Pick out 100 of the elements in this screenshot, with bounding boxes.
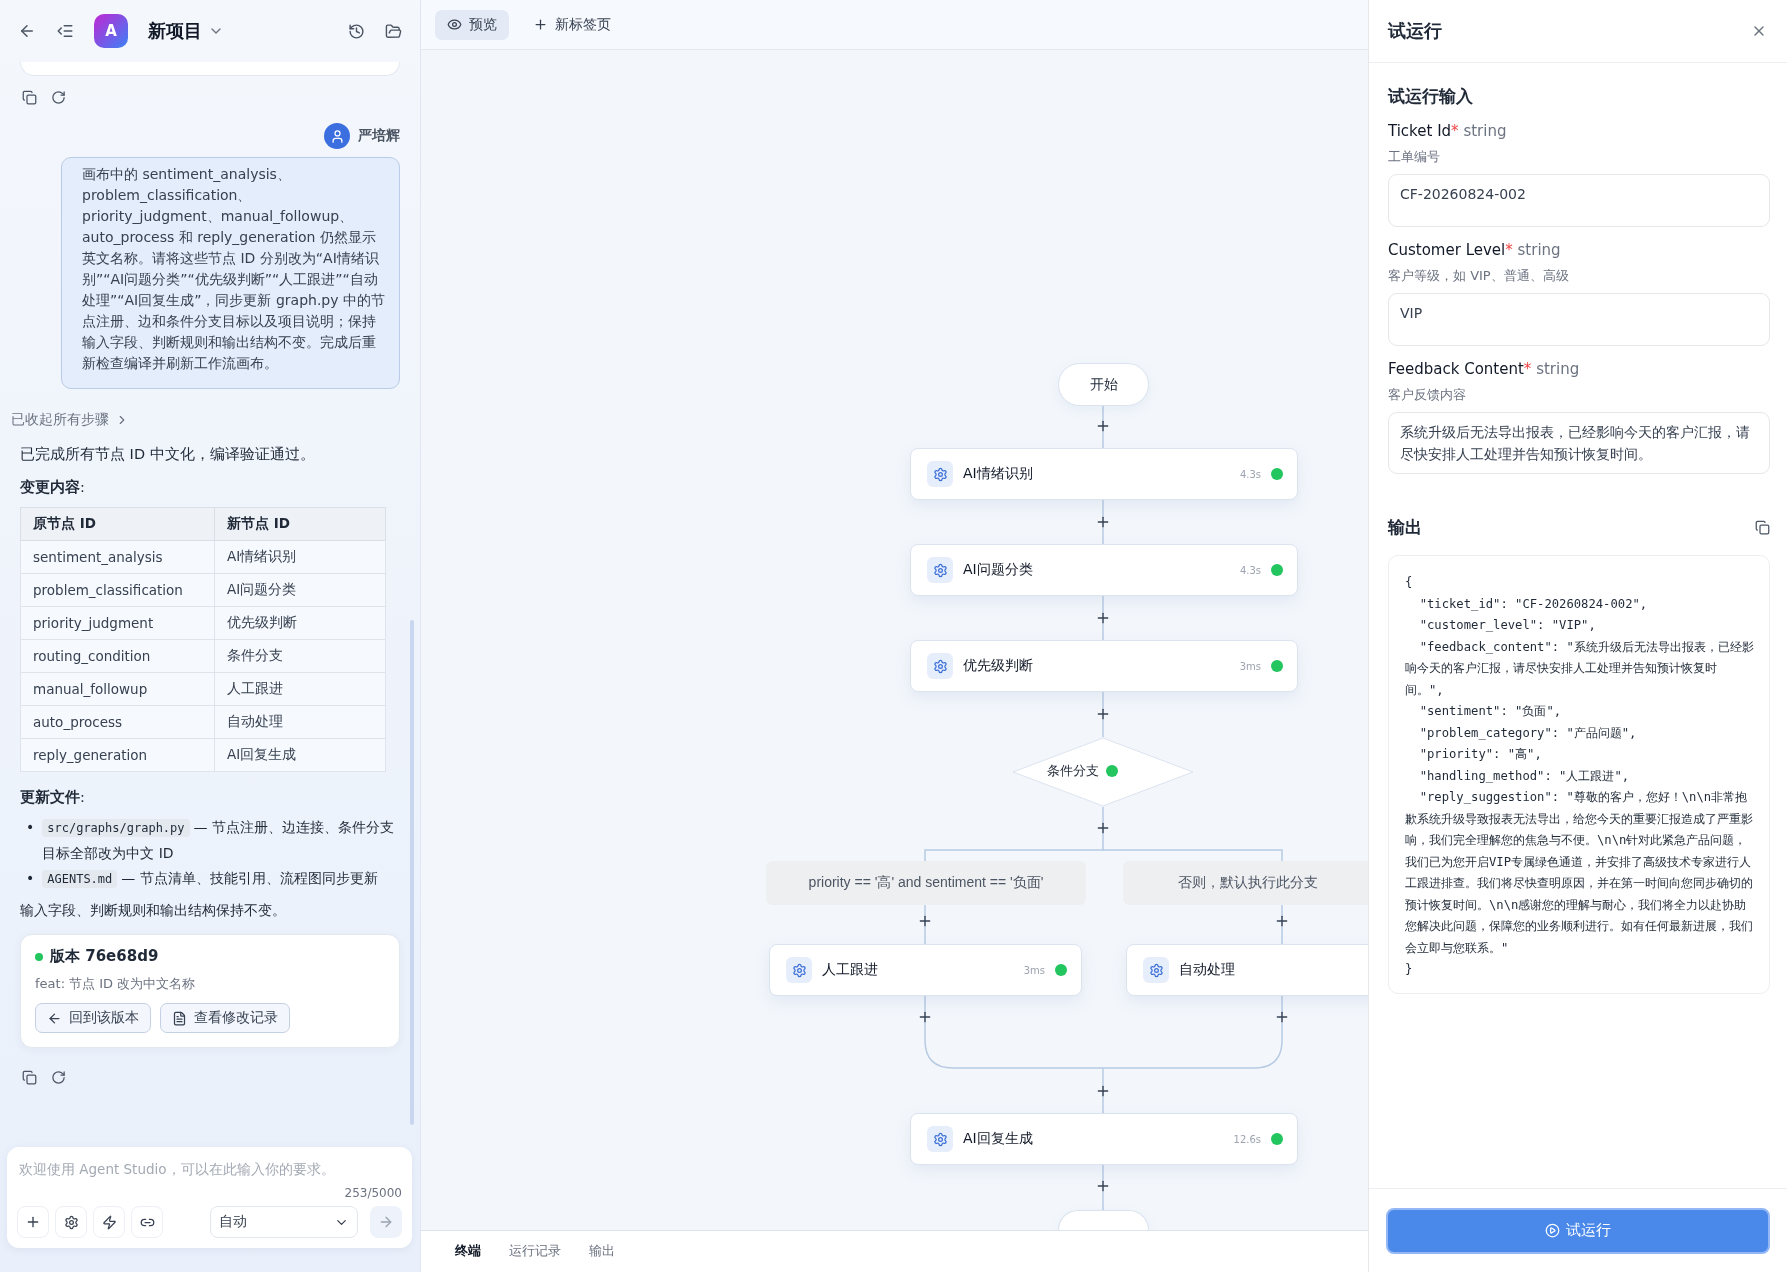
scrollbar[interactable] [410,620,414,1125]
commit-message: feat: 节点 ID 改为中文名称 [35,975,197,993]
table-cell: routing_condition [20,639,215,673]
bottom-tab[interactable]: 运行记录 [495,1243,575,1260]
reply-note: 输入字段、判断规则和输出结构保持不变。 [20,902,287,920]
refresh-icon[interactable] [51,90,66,105]
reply-summary: 已完成所有节点 ID 中文化，编译验证通过。 [20,445,316,464]
gear-icon [927,557,953,583]
node-duration: 3ms [1023,964,1045,976]
condition-label: 条件分支 [1047,762,1099,780]
input-field[interactable]: CF-20260824-002 [1388,174,1770,227]
user-name: 严培辉 [358,127,400,145]
table-cell: AI情绪识别 [214,540,386,574]
copy-icon[interactable] [22,90,37,105]
refresh-icon[interactable] [51,1070,66,1085]
add-icon[interactable] [1095,610,1111,626]
field-hint: 客户反馈内容 [1388,386,1467,404]
table-cell: sentiment_analysis [20,540,215,574]
node-label: 人工跟进 [822,961,879,979]
node-label: AI情绪识别 [963,465,1034,483]
lightning-icon[interactable] [93,1206,125,1238]
menu-icon[interactable] [56,22,74,40]
plus-icon [533,17,548,32]
field-hint: 客户等级，如 VIP、普通、高级 [1388,267,1570,285]
node-label: 优先级判断 [963,657,1034,675]
input-field[interactable]: 系统升级后无法导出报表，已经影响今天的客户汇报，请尽快安排人工处理并告知预计恢复时间。 [1388,412,1770,474]
table-cell: priority_judgment [20,606,215,640]
add-icon[interactable] [1274,913,1290,929]
gear-icon [786,957,812,983]
view-changes-button[interactable]: 查看修改记录 [160,1003,290,1033]
flow-node[interactable]: AI回复生成 12.6s [910,1113,1298,1165]
output-code: { "ticket_id": "CF-20260824-002", "customer_level": "VIP", "feedback_content": "系统升级后无法导出报表，已经影响今天的客户汇报，请尽快安排人工处理并告知预计恢复时间。", "sentiment": "负面", "problem_category": "产品问题", "priority": "高", "handling_method": "人工跟进", "reply_suggestion": "尊敬的客户，您好！\n\n非常抱歉系统升级导致报表无法导出，给您今天的重要汇报造成了严重影响，我们完全理解您的焦急与不便。\n\n针对此紧急产品问题，我们已为您开启VIP专属绿色通道，并安排了高级技术专家进行人工跟进排查。我们将尽快查明原因，并在第一时间向您同步确切的预计恢复时间。\n\n感谢您的理解与耐心，我们将全力以赴协助您解决此问题，保障您的业务顺利进行。如有任何最新进展，我们会立即与您联系。" } [1388,555,1770,994]
add-icon[interactable] [1095,1178,1111,1194]
flow-node[interactable]: 优先级判断 3ms [910,640,1298,692]
canvas-tab[interactable]: 新标签页 [521,9,623,40]
add-icon[interactable] [1095,514,1111,530]
section-heading: 更新文件: [20,788,86,807]
field-hint: 工单编号 [1388,148,1441,166]
add-icon[interactable] [917,913,933,929]
project-selector[interactable]: 新项目 [148,19,224,43]
branch-condition: 否则，默认执行此分支 [1123,861,1368,905]
play-icon [1545,1223,1560,1238]
table-cell: manual_followup [20,672,215,706]
node-duration: 4.3s [1239,468,1261,480]
table-cell: 人工跟进 [214,672,386,706]
user-avatar [324,123,350,149]
node-label: AI回复生成 [963,1130,1034,1148]
add-icon[interactable] [917,1009,933,1025]
column-header: 新节点 ID [214,507,386,541]
field-label: Feedback Content* string [1388,360,1581,378]
table-cell: 条件分支 [214,639,386,673]
field-label: Ticket Id* string [1388,122,1508,140]
character-counter: 253/5000 [343,1186,402,1200]
add-icon[interactable] [17,1206,49,1238]
copy-icon[interactable] [22,1070,37,1085]
copy-icon[interactable] [1755,520,1770,535]
table-cell: AI回复生成 [214,738,386,772]
flow-node[interactable]: 自动处理 [1126,944,1368,996]
message-input[interactable]: 欢迎使用 Agent Studio，可以在此输入你的要求。 [17,1160,402,1178]
start-node[interactable]: 开始 [1058,363,1149,406]
settings-icon[interactable] [55,1206,87,1238]
collapsed-steps-link[interactable]: 已收起所有步骤 [11,411,400,429]
link-icon[interactable] [131,1206,163,1238]
canvas-tab[interactable]: 预览 [435,9,509,40]
add-icon[interactable] [1095,1083,1111,1099]
node-duration: 3ms [1239,660,1261,672]
table-cell: auto_process [20,705,215,739]
file-item: AGENTS.md — 节点清单、技能引用、流程图同步更新 [42,866,378,892]
add-icon[interactable] [1095,706,1111,722]
bullet: • [26,869,35,888]
file-item: src/graphs/graph.py — 节点注册、边连接、条件分支目标全部改为中文 ID [42,818,395,863]
bottom-tab[interactable]: 输出 [575,1243,629,1260]
eye-icon [447,17,462,32]
add-icon[interactable] [1095,820,1111,836]
gear-icon [927,461,953,487]
add-icon[interactable] [1095,418,1111,434]
end-node[interactable] [1058,1210,1149,1230]
node-label: AI问题分类 [963,561,1034,579]
flow-node[interactable]: AI情绪识别 4.3s [910,448,1298,500]
flow-node[interactable]: 人工跟进 3ms [769,944,1082,996]
table-cell: AI问题分类 [214,573,386,607]
folder-icon[interactable] [385,22,402,40]
revert-button[interactable]: 回到该版本 [35,1003,151,1033]
back-icon[interactable] [18,22,36,40]
node-duration: 12.6s [1233,1133,1261,1145]
mode-select[interactable]: 自动 [210,1206,358,1238]
branch-condition: priority == '高' and sentiment == '负面' [766,861,1086,905]
table-cell: reply_generation [20,738,215,772]
history-icon[interactable] [348,22,365,40]
table-cell: 优先级判断 [214,606,386,640]
bottom-tab[interactable]: 终端 [441,1243,495,1260]
table-cell: 自动处理 [214,705,386,739]
column-header: 原节点 ID [20,507,215,541]
version-title: 版本 76e68d9 [50,947,159,966]
project-avatar: A [94,14,128,48]
flow-node[interactable]: AI问题分类 4.3s [910,544,1298,596]
condition-node[interactable] [1012,737,1194,807]
input-field[interactable]: VIP [1388,293,1770,346]
section-heading: 变更内容: [20,478,86,497]
add-icon[interactable] [1274,1009,1290,1025]
